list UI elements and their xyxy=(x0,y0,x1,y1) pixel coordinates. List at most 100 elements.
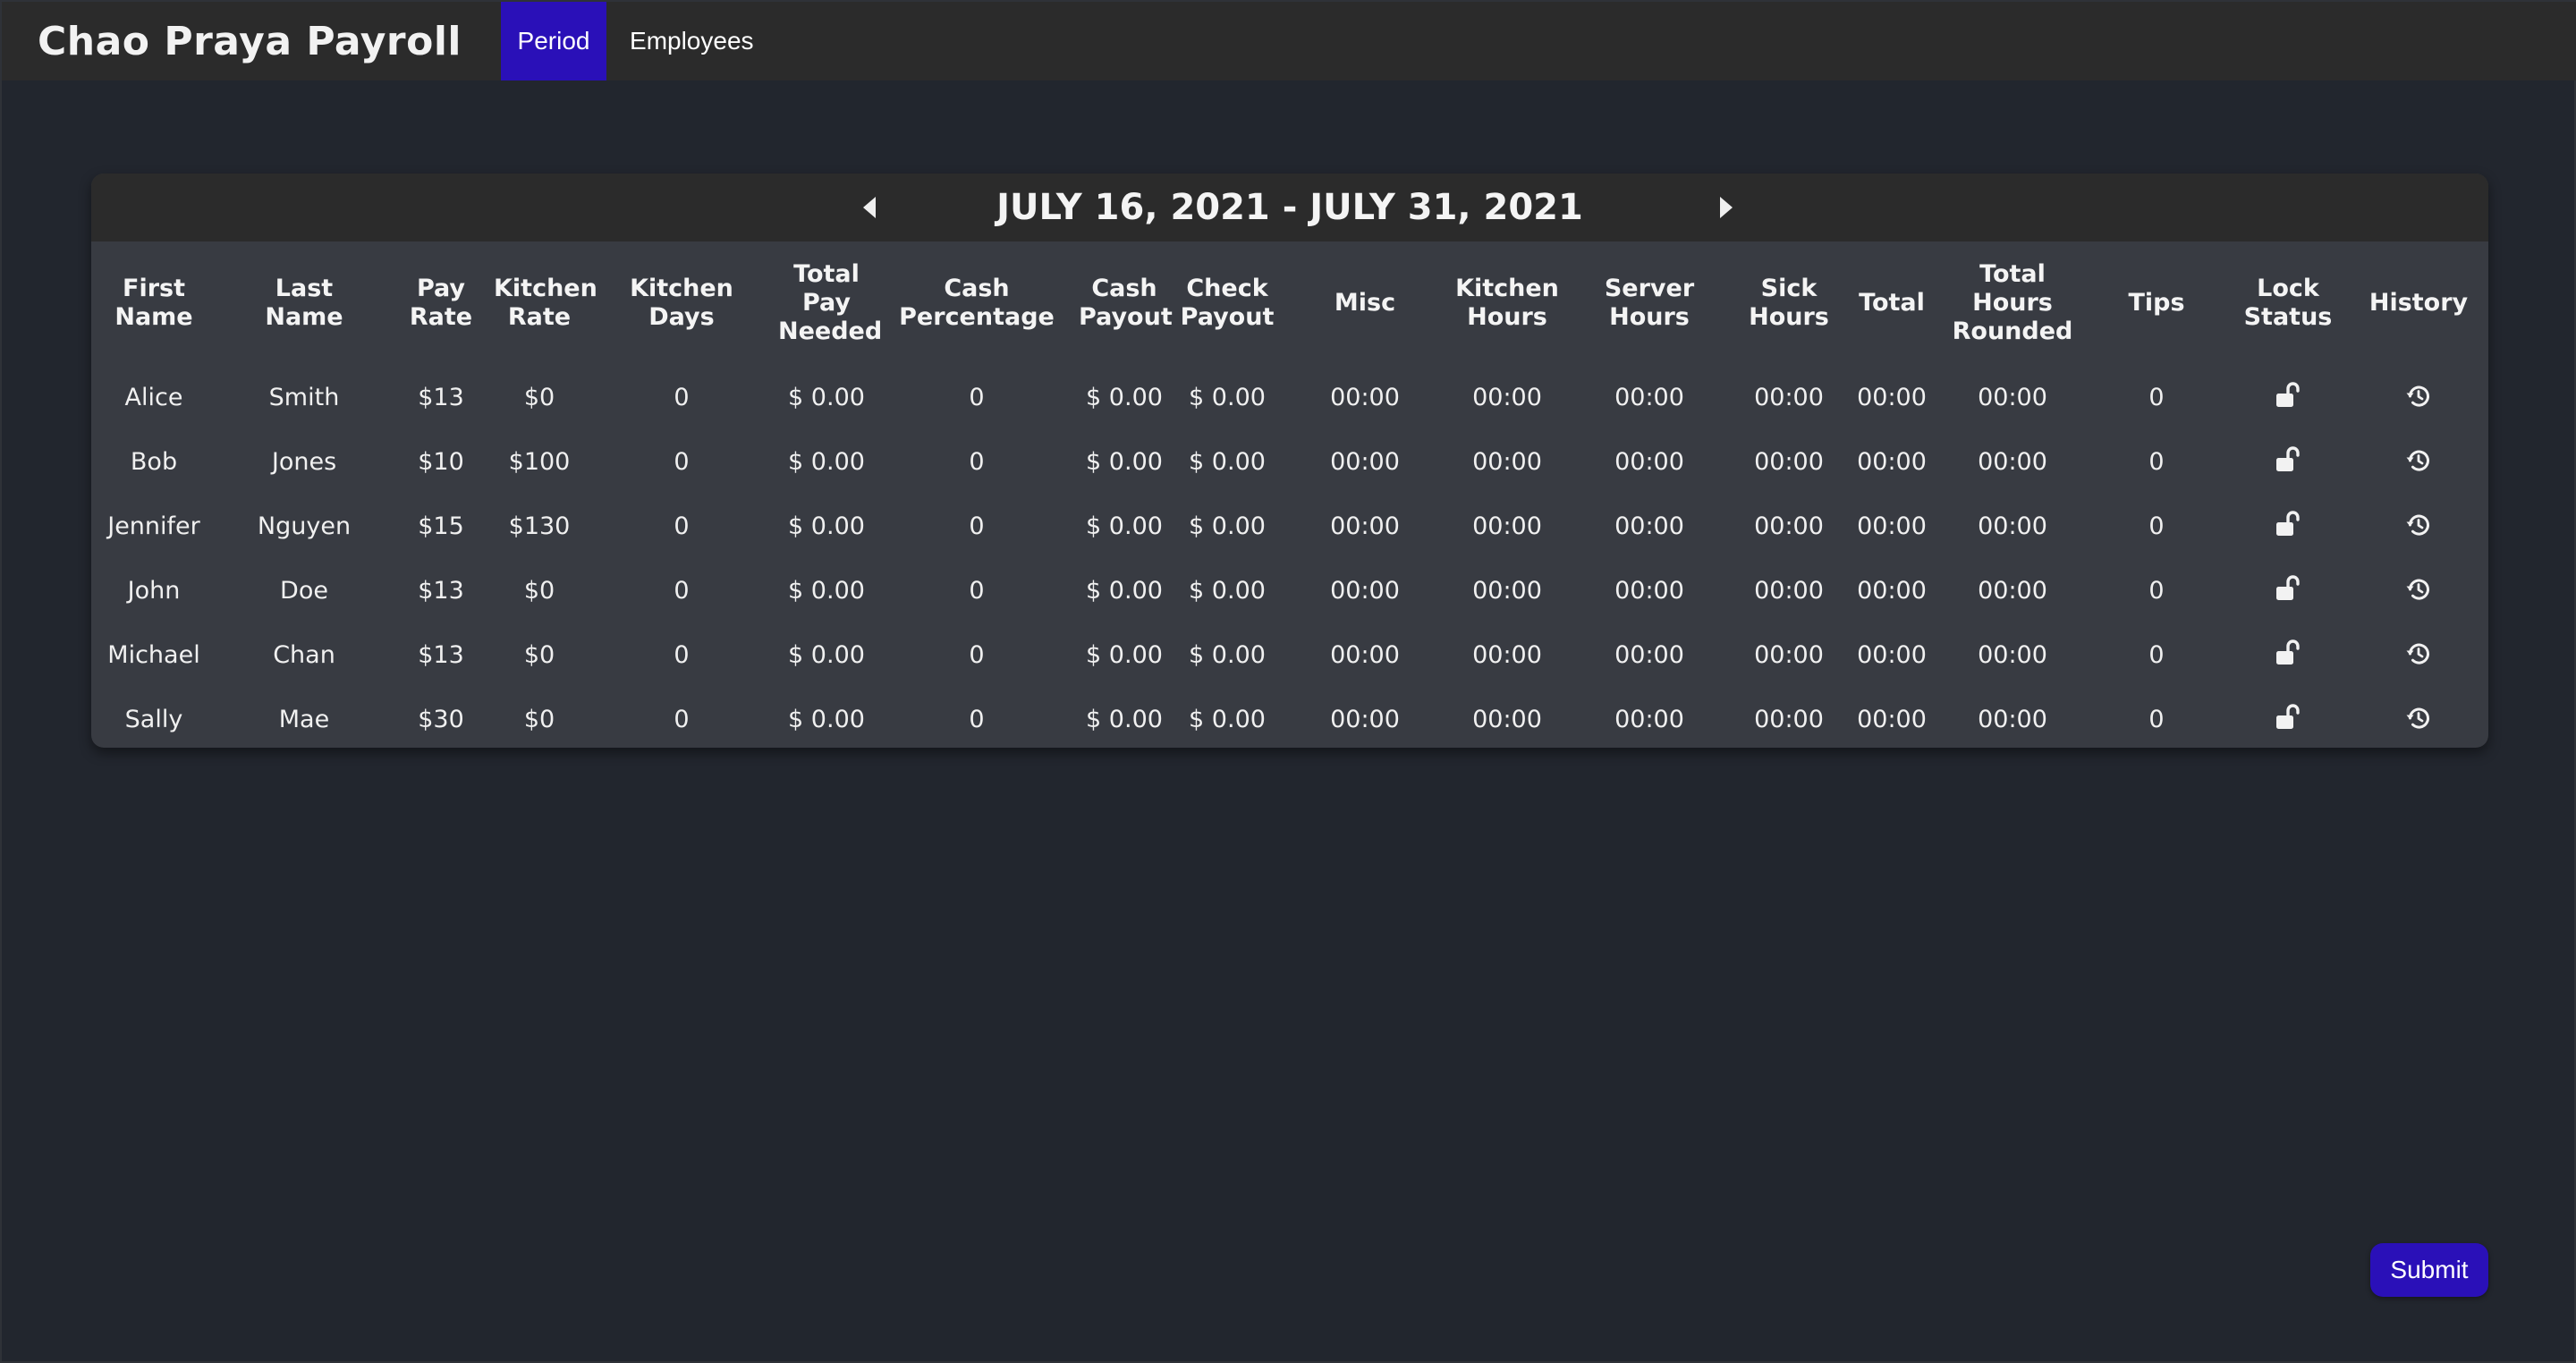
cell-tips: 0 xyxy=(2148,640,2165,669)
cell-kitchen-days: 0 xyxy=(674,640,690,669)
table-row: Michael Chan $13 $0 0 $ 0.00 0 $ 0.00 $ 0.00 00:0… xyxy=(91,622,2488,687)
cell-sick-hours: 00:00 xyxy=(1754,383,1824,411)
unlock-icon[interactable] xyxy=(2270,699,2306,735)
column-header-misc: Misc xyxy=(1281,241,1449,365)
cell-server-hours: 00:00 xyxy=(1614,512,1684,540)
tab-employees[interactable]: Employees xyxy=(610,2,774,80)
column-header-label: Payout xyxy=(1180,303,1275,331)
column-header-label: Rate xyxy=(507,303,572,331)
column-header-label: Name xyxy=(265,303,343,331)
next-period-button[interactable] xyxy=(1708,190,1744,225)
cell-kitchen-rate: $0 xyxy=(523,640,555,669)
history-icon[interactable] xyxy=(2401,378,2436,414)
cell-last-name: Nguyen xyxy=(257,512,352,540)
cell-history xyxy=(2349,558,2488,622)
cell-sick-hours: 00:00 xyxy=(1754,640,1824,669)
previous-period-button[interactable] xyxy=(852,190,887,225)
column-header-label: Total xyxy=(1979,260,2046,288)
column-header-total-pay-needed: Total Pay Needed xyxy=(775,241,882,365)
cell-kitchen-days: 0 xyxy=(674,447,690,476)
cell-last-name: Jones xyxy=(271,447,337,476)
column-header-label: Total xyxy=(1859,289,1925,317)
history-icon[interactable] xyxy=(2401,443,2436,478)
history-icon[interactable] xyxy=(2401,700,2436,736)
table-row: Bob Jones $10 $100 0 $ 0.00 0 $ 0.00 $ 0.00 00:00… xyxy=(91,429,2488,494)
cell-pay-rate: $13 xyxy=(418,576,464,605)
cell-cash-payout: $ 0.00 xyxy=(1086,447,1163,476)
cell-total: 00:00 xyxy=(1857,512,1927,540)
cell-history xyxy=(2349,494,2488,558)
cell-lock-status xyxy=(2227,687,2349,748)
unlock-icon[interactable] xyxy=(2270,377,2306,413)
cell-total-hours-rounded: 00:00 xyxy=(1978,576,2047,605)
cell-server-hours: 00:00 xyxy=(1614,383,1684,411)
caret-left-icon xyxy=(863,197,876,218)
history-icon[interactable] xyxy=(2401,636,2436,672)
cell-cash-percentage: 0 xyxy=(969,512,985,540)
cell-lock-status xyxy=(2227,494,2349,558)
cell-total-hours-rounded: 00:00 xyxy=(1978,705,2047,733)
cell-misc: 00:00 xyxy=(1330,383,1400,411)
column-header-label: Tips xyxy=(2128,289,2185,317)
column-header-label: Payout xyxy=(1079,303,1173,331)
column-header-kitchen-hours: Kitchen Hours xyxy=(1449,241,1565,365)
cell-last-name: Chan xyxy=(273,640,335,669)
history-icon[interactable] xyxy=(2401,571,2436,607)
unlock-icon[interactable] xyxy=(2270,442,2306,478)
column-header-total: Total xyxy=(1844,241,1939,365)
cell-cash-percentage: 0 xyxy=(969,383,985,411)
column-header-sick-hours: Sick Hours xyxy=(1733,241,1844,365)
cell-lock-status xyxy=(2227,558,2349,622)
submit-button[interactable]: Submit xyxy=(2370,1243,2488,1297)
table-body: Alice Smith $13 $0 0 $ 0.00 0 $ 0.00 $ 0.00 00:00… xyxy=(91,365,2488,748)
unlock-icon[interactable] xyxy=(2270,506,2306,542)
cell-tips: 0 xyxy=(2148,383,2165,411)
table-row: Alice Smith $13 $0 0 $ 0.00 0 $ 0.00 $ 0.00 00:00… xyxy=(91,365,2488,429)
column-header-label: Check xyxy=(1186,275,1268,302)
column-header-cash-payout: Cash Payout xyxy=(1075,241,1174,365)
cell-kitchen-days: 0 xyxy=(674,705,690,733)
cell-cash-percentage: 0 xyxy=(969,576,985,605)
cell-sick-hours: 00:00 xyxy=(1754,512,1824,540)
caret-right-icon xyxy=(1720,197,1733,218)
column-header-pay-rate: Pay Rate xyxy=(392,241,490,365)
column-header-label: Percentage xyxy=(899,303,1055,331)
cell-total: 00:00 xyxy=(1857,447,1927,476)
cell-history xyxy=(2349,622,2488,687)
cell-kitchen-days: 0 xyxy=(674,576,690,605)
cell-kitchen-days: 0 xyxy=(674,512,690,540)
cell-kitchen-rate: $0 xyxy=(523,576,555,605)
column-header-first-name: First Name xyxy=(91,241,216,365)
column-header-label: Kitchen xyxy=(494,275,597,302)
column-header-label: Server xyxy=(1604,275,1695,302)
cell-pay-rate: $13 xyxy=(418,640,464,669)
cell-check-payout: $ 0.00 xyxy=(1189,705,1266,733)
cell-misc: 00:00 xyxy=(1330,705,1400,733)
cell-cash-payout: $ 0.00 xyxy=(1086,640,1163,669)
column-header-label: Kitchen xyxy=(1455,275,1559,302)
cell-pay-rate: $30 xyxy=(418,705,464,733)
cell-last-name: Mae xyxy=(278,705,330,733)
column-header-label: Lock xyxy=(2257,275,2319,302)
history-icon[interactable] xyxy=(2401,507,2436,543)
tab-period[interactable]: Period xyxy=(501,2,607,80)
cell-kitchen-rate: $0 xyxy=(523,383,555,411)
unlock-icon[interactable] xyxy=(2270,635,2306,671)
column-header-label: Rate xyxy=(409,303,473,331)
cell-check-payout: $ 0.00 xyxy=(1189,512,1266,540)
table-row: Jennifer Nguyen $15 $130 0 $ 0.00 0 $ 0.00 $ 0.0… xyxy=(91,494,2488,558)
column-header-label: Kitchen xyxy=(630,275,733,302)
column-header-label: History xyxy=(2368,289,2469,317)
cell-total: 00:00 xyxy=(1857,640,1927,669)
cell-cash-percentage: 0 xyxy=(969,447,985,476)
cell-pay-rate: $10 xyxy=(418,447,464,476)
cell-history xyxy=(2349,687,2488,748)
table-row: Sally Mae $30 $0 0 $ 0.00 0 $ 0.00 $ 0.00 00:00 00… xyxy=(91,687,2488,748)
column-header-label: Misc xyxy=(1334,289,1396,317)
cell-total-pay-needed: $ 0.00 xyxy=(788,576,865,605)
cell-kitchen-rate: $130 xyxy=(508,512,571,540)
column-header-server-hours: Server Hours xyxy=(1565,241,1733,365)
column-header-label: Cash xyxy=(1091,275,1157,302)
cell-first-name: Alice xyxy=(124,383,183,411)
unlock-icon[interactable] xyxy=(2270,571,2306,606)
